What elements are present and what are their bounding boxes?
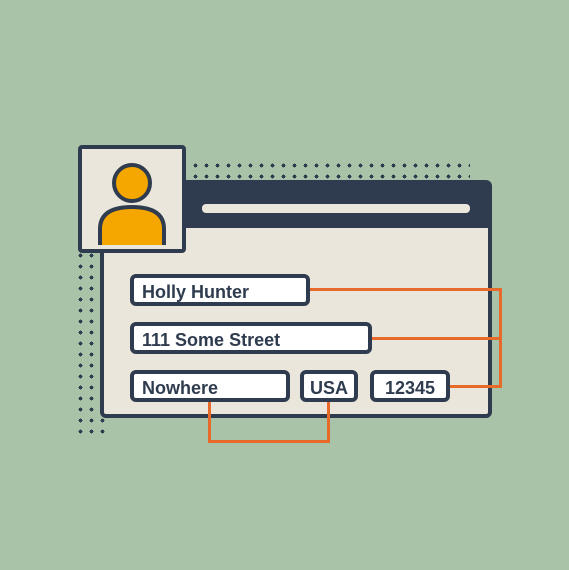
connector-line	[450, 385, 502, 388]
connector-line	[208, 402, 211, 442]
city-field[interactable]: Nowhere	[130, 370, 290, 402]
avatar-box	[78, 145, 186, 253]
country-field[interactable]: USA	[300, 370, 358, 402]
card-header-stripe	[202, 204, 470, 213]
person-icon	[92, 157, 172, 245]
zip-field[interactable]: 12345	[370, 370, 450, 402]
connector-line	[499, 288, 502, 388]
street-field[interactable]: 111 Some Street	[130, 322, 372, 354]
connector-line	[327, 402, 330, 442]
diagram-stage: Holly Hunter 111 Some Street Nowhere USA…	[0, 0, 569, 570]
name-field[interactable]: Holly Hunter	[130, 274, 310, 306]
connector-line	[372, 337, 502, 340]
connector-line	[208, 440, 330, 443]
connector-line	[310, 288, 502, 291]
